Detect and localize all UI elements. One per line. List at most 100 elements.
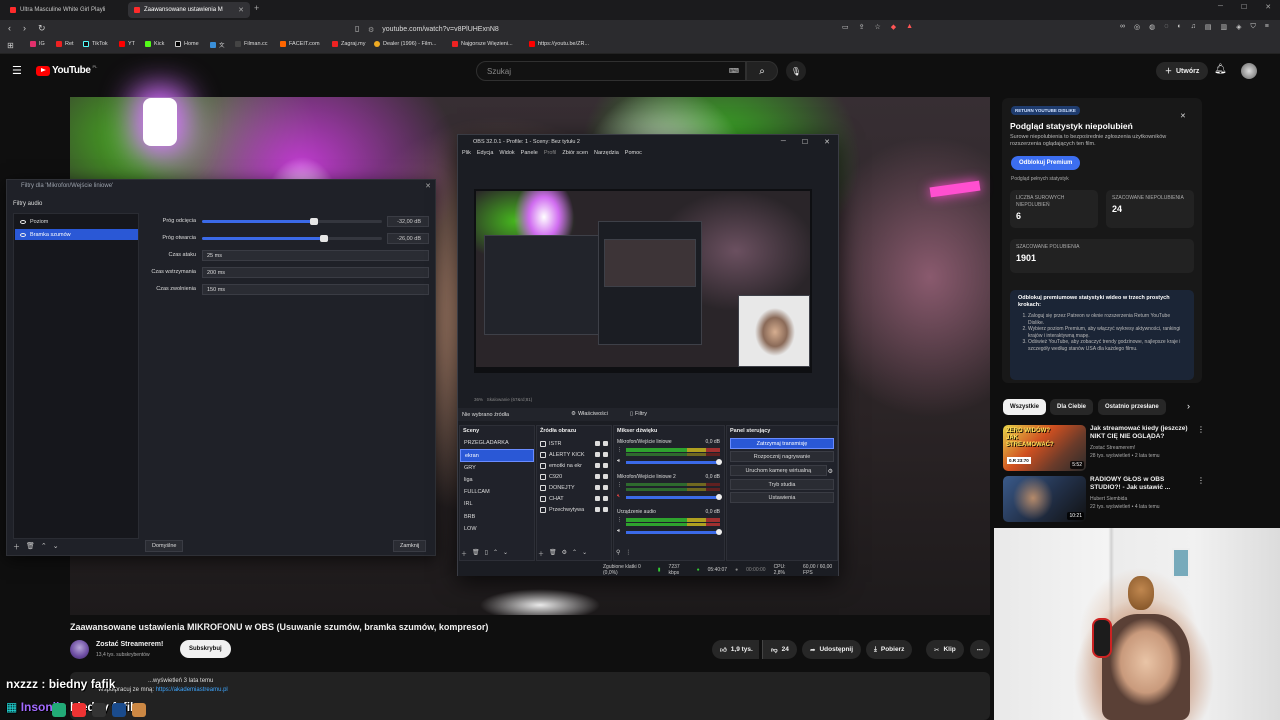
recommended-video[interactable]: 10:21 RADIOWY GŁOS w OBS STUDIO?! - Jak … xyxy=(1003,476,1205,522)
video-thumbnail[interactable]: 10:21 xyxy=(1003,476,1086,522)
like-button[interactable]: 👍︎ 1,9 tys. xyxy=(712,640,759,659)
extension-icon[interactable]: ∞ xyxy=(1120,23,1125,31)
eye-icon[interactable] xyxy=(595,507,600,512)
channel-menu-icon[interactable]: ⋮ xyxy=(617,447,622,453)
muted-speaker-icon[interactable]: 🔇︎ xyxy=(617,493,620,499)
source-item[interactable]: emotki na ekr xyxy=(537,459,611,470)
scene-item[interactable]: liga xyxy=(460,474,534,486)
studio-mode-button[interactable]: Tryb studia xyxy=(730,479,834,490)
menu-icon[interactable]: ≡ xyxy=(1265,23,1269,31)
source-item[interactable]: DONEJTY xyxy=(537,481,611,492)
eye-icon[interactable] xyxy=(595,463,600,468)
close-threshold-input[interactable]: -32,00 dB xyxy=(387,216,429,227)
close-button[interactable]: Zamknij xyxy=(393,540,427,552)
rewards-icon[interactable]: ▲ xyxy=(906,23,913,31)
vpn-icon[interactable]: ⛉ xyxy=(1251,23,1256,31)
keyboard-icon[interactable]: ⌨ xyxy=(729,67,739,75)
chip-all[interactable]: Wszystkie xyxy=(1003,399,1047,415)
bookmark-item[interactable]: Dealer (1996) - Film... xyxy=(374,41,437,47)
source-item[interactable]: Przechwytywa xyxy=(537,503,611,514)
unlock-premium-button[interactable]: Odblokuj Premium xyxy=(1011,156,1081,170)
move-down-icon[interactable]: ⌄ xyxy=(53,542,59,552)
close-tab-icon[interactable]: ✕ xyxy=(238,6,244,14)
eye-icon[interactable] xyxy=(595,452,600,457)
add-icon[interactable]: ＋ xyxy=(538,549,544,558)
add-icon[interactable]: ＋ xyxy=(461,549,467,558)
scene-item[interactable]: PRZEGLADARKA xyxy=(460,437,534,449)
chip-for-you[interactable]: Dla Ciebie xyxy=(1050,399,1094,415)
browser-tab-active[interactable]: Zaawansowane ustawienia M ✕ xyxy=(128,2,250,18)
steam-app-icon[interactable] xyxy=(112,703,126,717)
extension-icon[interactable]: ◎ xyxy=(1134,23,1140,31)
volume-slider[interactable] xyxy=(626,496,720,499)
properties-button[interactable]: ⚙ Właściwości xyxy=(571,411,608,417)
app-icon[interactable] xyxy=(52,703,66,717)
more-actions-button[interactable]: ⋯ xyxy=(970,640,990,659)
bookmark-item[interactable]: IG xyxy=(30,41,45,47)
menu-item-scene-collection[interactable]: Zbiór scen xyxy=(562,150,588,160)
visibility-eye-icon[interactable] xyxy=(20,232,26,237)
wallet-icon[interactable]: ◈ xyxy=(1236,23,1241,31)
settings-button[interactable]: Ustawienia xyxy=(730,492,834,503)
extension-icon[interactable]: ◌ xyxy=(1164,23,1168,31)
speaker-icon[interactable]: 🔊︎ xyxy=(617,458,620,464)
obs-preview[interactable] xyxy=(474,189,812,373)
move-up-icon[interactable]: ⌃ xyxy=(572,549,577,558)
stop-streaming-button[interactable]: Zatrzymaj transmisję xyxy=(730,438,834,449)
eye-icon[interactable] xyxy=(595,496,600,501)
start-recording-button[interactable]: Rozpocznij nagrywanie xyxy=(730,451,834,462)
remove-filter-icon[interactable]: 🗑︎ xyxy=(26,542,35,552)
chevron-right-icon[interactable]: › xyxy=(1187,401,1190,411)
lock-icon[interactable] xyxy=(603,496,608,501)
download-button[interactable]: ⤓ Pobierz xyxy=(866,640,913,659)
defaults-button[interactable]: Domyślne xyxy=(145,540,184,552)
bookmark-item[interactable]: 文 xyxy=(210,41,225,49)
bookmark-item[interactable]: Zagraj.my xyxy=(332,41,365,47)
bookmark-icon[interactable]: ▯ xyxy=(355,24,359,33)
hamburger-menu-icon[interactable]: ☰ xyxy=(12,64,22,77)
dislike-button[interactable]: 👎︎ 24 xyxy=(762,640,797,659)
search-button[interactable]: ⌕ xyxy=(746,61,778,81)
menu-item-profile[interactable]: Profil xyxy=(544,150,557,160)
music-icon[interactable]: ♫ xyxy=(1191,23,1196,31)
more-icon[interactable]: ⋮ xyxy=(1197,425,1205,434)
menu-item-file[interactable]: Plik xyxy=(462,150,471,160)
scene-item[interactable]: BRB xyxy=(460,511,534,523)
volume-knob[interactable] xyxy=(716,494,722,500)
filters-button[interactable]: ▯ Filtry xyxy=(630,411,647,417)
bookmark-item[interactable]: YT xyxy=(119,41,135,47)
tabs-icon[interactable]: ▥ xyxy=(1221,23,1228,31)
move-up-icon[interactable]: ⌃ xyxy=(493,549,498,558)
youtube-logo[interactable]: YouTube PL xyxy=(36,64,97,76)
menu-item-tools[interactable]: Narzędzia xyxy=(594,150,619,160)
channel-menu-icon[interactable]: ⋮ xyxy=(617,517,622,523)
open-threshold-slider[interactable] xyxy=(202,235,382,242)
lock-icon[interactable] xyxy=(603,463,608,468)
install-icon[interactable]: ▭ xyxy=(842,23,849,31)
scene-item[interactable]: FULLCAM xyxy=(460,486,534,498)
menu-item-help[interactable]: Pomoc xyxy=(625,150,642,160)
new-tab-icon[interactable]: + xyxy=(254,3,259,13)
back-icon[interactable]: ‹ xyxy=(8,23,11,34)
minimize-icon[interactable]: ─ xyxy=(1218,3,1223,11)
subscribe-button[interactable]: Subskrybuj xyxy=(180,640,231,658)
lock-icon[interactable] xyxy=(603,441,608,446)
eye-icon[interactable] xyxy=(595,474,600,479)
close-window-icon[interactable]: ✕ xyxy=(1265,3,1271,11)
eye-icon[interactable] xyxy=(595,485,600,490)
close-icon[interactable]: ✕ xyxy=(1180,112,1186,120)
channel-avatar[interactable] xyxy=(70,640,89,659)
star-icon[interactable]: ☆ xyxy=(875,23,881,31)
link-icon[interactable]: ⚲ xyxy=(616,549,620,556)
source-item[interactable]: C920 xyxy=(537,470,611,481)
bookmark-item[interactable]: Filman.cc xyxy=(235,41,268,47)
source-item[interactable]: ALERTY KICK xyxy=(537,448,611,459)
browser-tab[interactable]: Ultra Masculine White Girl Playli xyxy=(4,2,126,18)
description-link[interactable]: https://akademiastreamu.pl xyxy=(156,687,228,693)
app-icon[interactable] xyxy=(72,703,86,717)
brave-shield-icon[interactable]: ◆ xyxy=(891,23,896,31)
extension-icon[interactable]: ◍ xyxy=(1149,23,1155,31)
menu-item-edit[interactable]: Edycja xyxy=(477,150,494,160)
menu-item-view[interactable]: Widok xyxy=(499,150,514,160)
volume-slider[interactable] xyxy=(626,461,720,464)
